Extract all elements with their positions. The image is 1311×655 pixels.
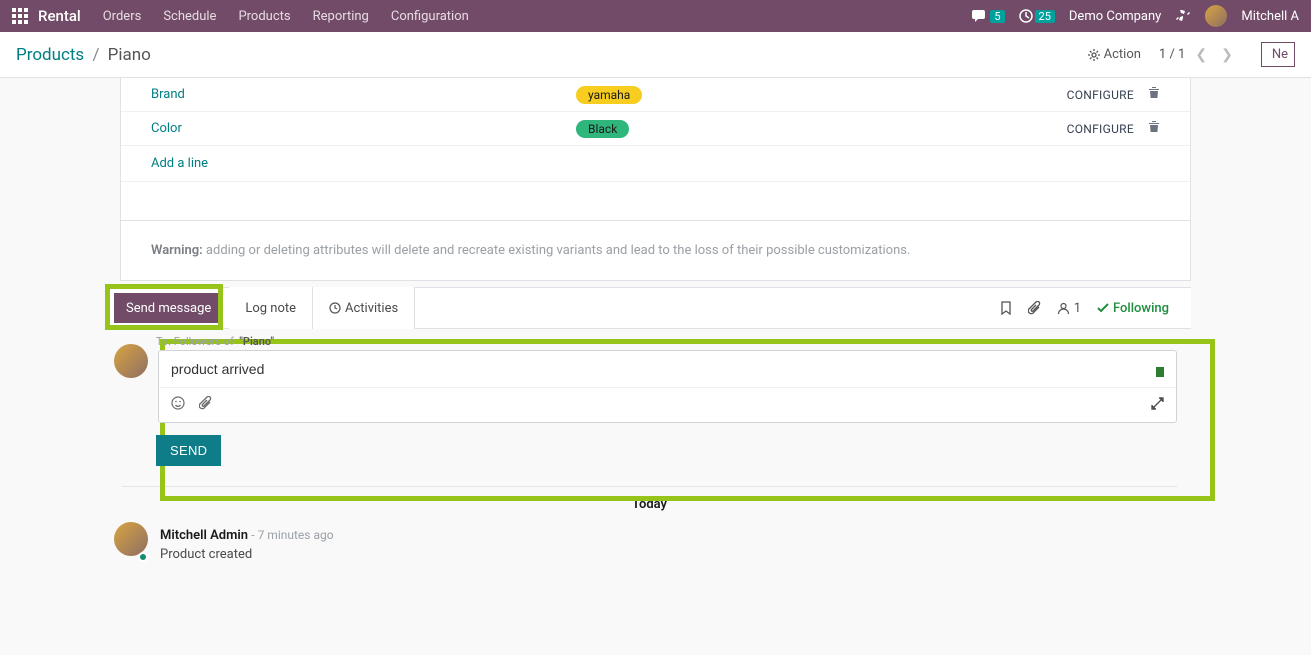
- main: Brand yamaha CONFIGURE Color Black CONFI…: [0, 78, 1311, 562]
- user-icon: [1057, 302, 1070, 315]
- menu-schedule[interactable]: Schedule: [163, 9, 216, 24]
- activities-tab[interactable]: Activities: [312, 287, 415, 329]
- control-right: Action 1 / 1 ❮ ❯ Ne: [1088, 42, 1295, 67]
- warning-text: Warning: adding or deleting attributes w…: [121, 220, 1190, 280]
- app-brand[interactable]: Rental: [38, 7, 81, 25]
- attr-tag[interactable]: yamaha: [576, 86, 642, 104]
- breadcrumb: Products / Piano: [16, 45, 151, 65]
- pager-prev-icon[interactable]: ❮: [1191, 43, 1211, 67]
- new-button[interactable]: Ne: [1261, 42, 1295, 67]
- author-avatar: [114, 528, 148, 562]
- user-name[interactable]: Mitchell A: [1241, 9, 1299, 24]
- top-nav: Rental Orders Schedule Products Reportin…: [0, 0, 1311, 32]
- check-icon: [1097, 302, 1109, 314]
- configure-button[interactable]: CONFIGURE: [1067, 88, 1134, 102]
- bookmark-icon[interactable]: [1000, 301, 1012, 315]
- message-input[interactable]: [171, 361, 1156, 377]
- composer-frame: [158, 350, 1177, 423]
- menu-reporting[interactable]: Reporting: [313, 9, 369, 24]
- send-button[interactable]: SEND: [156, 435, 221, 466]
- configure-button[interactable]: CONFIGURE: [1067, 122, 1134, 136]
- log-note-tab[interactable]: Log note: [229, 287, 312, 329]
- activity-icon[interactable]: 25: [1019, 9, 1055, 23]
- breadcrumb-current: Piano: [108, 45, 151, 65]
- to-target: "Piano": [239, 335, 274, 348]
- emoji-icon[interactable]: [171, 396, 185, 414]
- send-message-tab[interactable]: Send message: [114, 293, 223, 323]
- separator: [122, 486, 1177, 487]
- action-label: Action: [1104, 47, 1141, 62]
- attr-tag[interactable]: Black: [576, 120, 629, 138]
- attr-label[interactable]: Brand: [151, 87, 576, 102]
- action-dropdown[interactable]: Action: [1088, 47, 1141, 62]
- attribute-row: Brand yamaha CONFIGURE: [121, 78, 1190, 112]
- apps-icon[interactable]: [12, 8, 28, 24]
- activities-label: Activities: [345, 301, 398, 316]
- menu-orders[interactable]: Orders: [103, 9, 142, 24]
- to-prefix: To: Followers of: [156, 335, 234, 348]
- menu-products[interactable]: Products: [238, 9, 290, 24]
- composer-to-line: To: Followers of "Piano": [108, 335, 1191, 350]
- log-author[interactable]: Mitchell Admin: [160, 528, 248, 543]
- breadcrumb-root[interactable]: Products: [16, 45, 84, 65]
- trash-icon[interactable]: [1148, 86, 1160, 103]
- followers-button[interactable]: 1: [1057, 301, 1081, 316]
- attributes-card: Brand yamaha CONFIGURE Color Black CONFI…: [120, 78, 1191, 281]
- warning-body: adding or deleting attributes will delet…: [203, 243, 911, 258]
- pager: 1 / 1 ❮ ❯: [1159, 43, 1237, 67]
- pager-value[interactable]: 1 / 1: [1159, 47, 1185, 62]
- warning-label: Warning:: [151, 243, 203, 258]
- following-button[interactable]: Following: [1097, 301, 1169, 316]
- user-avatar-icon[interactable]: [1205, 5, 1227, 27]
- pager-next-icon[interactable]: ❯: [1217, 43, 1237, 67]
- main-menu: Orders Schedule Products Reporting Confi…: [103, 9, 469, 24]
- resize-handle-icon[interactable]: [1156, 367, 1164, 377]
- expand-icon[interactable]: [1151, 397, 1164, 414]
- chatter-tabs-right: 1 Following: [1000, 301, 1191, 316]
- followers-count: 1: [1074, 301, 1081, 316]
- following-label: Following: [1113, 301, 1169, 316]
- debug-icon[interactable]: [1175, 8, 1191, 24]
- activity-badge: 25: [1035, 10, 1055, 23]
- composer-toolbar: [159, 387, 1176, 422]
- chat-badge: 5: [990, 10, 1004, 23]
- attach-icon[interactable]: [199, 396, 212, 414]
- gear-icon: [1088, 49, 1100, 61]
- avatar-icon: [114, 522, 148, 556]
- spacer: [121, 182, 1190, 220]
- composer-area: To: Followers of "Piano" SEN: [108, 329, 1191, 466]
- company-name[interactable]: Demo Company: [1069, 9, 1161, 24]
- log-entry: Mitchell Admin - 7 minutes ago Product c…: [108, 512, 1191, 562]
- add-line-link[interactable]: Add a line: [121, 146, 1190, 182]
- today-label: Today: [108, 497, 1191, 512]
- attachments-icon[interactable]: [1028, 301, 1041, 315]
- trash-icon[interactable]: [1148, 120, 1160, 137]
- attribute-row: Color Black CONFIGURE: [121, 112, 1190, 146]
- control-bar: Products / Piano Action 1 / 1 ❮ ❯ Ne: [0, 32, 1311, 78]
- clock-icon: [329, 302, 341, 314]
- chatter-tabs: Send message Log note Activities 1 Follo…: [108, 287, 1191, 329]
- nav-right: 5 25 Demo Company Mitchell A: [972, 5, 1299, 27]
- breadcrumb-sep: /: [92, 45, 99, 65]
- menu-configuration[interactable]: Configuration: [391, 9, 469, 24]
- status-dot-icon: [138, 552, 148, 562]
- chatter: Send message Log note Activities 1 Follo…: [108, 287, 1191, 562]
- log-time: - 7 minutes ago: [251, 528, 333, 542]
- log-body: Product created: [160, 547, 334, 562]
- chat-icon[interactable]: 5: [972, 9, 1004, 23]
- composer-avatar-icon: [114, 344, 148, 378]
- attr-label[interactable]: Color: [151, 121, 576, 136]
